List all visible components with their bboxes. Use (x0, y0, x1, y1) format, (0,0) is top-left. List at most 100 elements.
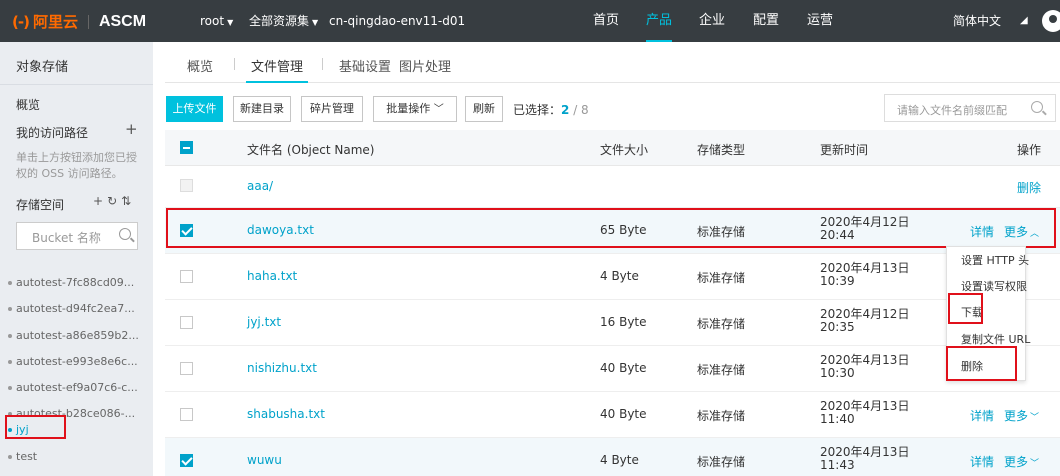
bucket-item[interactable]: autotest-7fc88cd09... (4, 270, 152, 295)
aliyun-logo[interactable]: (-) 阿里云 ASCM (12, 11, 146, 32)
header-actions: 操作 (1017, 143, 1042, 157)
chevron-down-icon: ﹀ (1030, 413, 1040, 423)
update-time: 2020年4月13日 11:43 (820, 446, 909, 472)
add-path-icon[interactable]: + (125, 120, 138, 138)
bucket-item[interactable]: autotest-d94fc2ea7... (4, 296, 152, 321)
nav-home[interactable]: 首页 (593, 0, 619, 42)
tab-file-management[interactable]: 文件管理 (251, 56, 303, 75)
menu-item-set-acl[interactable]: 设置读写权限 (961, 278, 1027, 294)
chevron-down-icon: ﹀ (433, 104, 444, 115)
update-clock: 10:30 (820, 366, 855, 380)
update-time: 2020年4月13日 10:30 (820, 354, 909, 380)
select-all-checkbox[interactable] (180, 141, 193, 154)
logo-divider (87, 14, 89, 29)
menu-item-copy-url[interactable]: 复制文件 URL (961, 331, 1030, 347)
bullet-icon (8, 281, 12, 285)
header-file-size: 文件大小 (600, 143, 649, 157)
table-row: wuwu 4 Byte 标准存储 2020年4月13日 11:43 详情 更多 ﹀ (165, 438, 1060, 476)
nav-products[interactable]: 产品 (646, 0, 673, 42)
search-icon[interactable] (1031, 101, 1043, 113)
selected-total: / 8 (573, 103, 589, 117)
tab-overview[interactable]: 概览 (187, 56, 213, 75)
more-label: 更多 (1004, 455, 1029, 469)
upload-file-button[interactable]: 上传文件 (166, 96, 223, 122)
file-name-link[interactable]: jyj.txt (247, 315, 281, 329)
file-size: 4 Byte (600, 269, 639, 283)
update-clock: 20:35 (820, 320, 855, 334)
app-name: ASCM (98, 12, 147, 30)
batch-operation-dropdown[interactable]: 批量操作 ﹀ (373, 96, 457, 122)
selected-count: 已选择：2 / 8 (513, 101, 589, 118)
row-checkbox[interactable] (180, 316, 193, 329)
file-search-input[interactable]: 请输入文件名前缀匹配 (884, 94, 1056, 122)
menu-item-set-http-header[interactable]: 设置 HTTP 头 (961, 252, 1029, 268)
storage-type: 标准存储 (697, 409, 746, 423)
update-date: 2020年4月13日 (820, 445, 910, 459)
file-name-link[interactable]: nishizhu.txt (247, 361, 317, 375)
sidebar-item-overview[interactable]: 概览 (16, 96, 40, 113)
file-name-link[interactable]: haha.txt (247, 269, 297, 283)
user-dropdown[interactable]: root ▼ (200, 0, 233, 42)
tab-image-processing[interactable]: 图片处理 (399, 56, 451, 75)
update-clock: 10:39 (820, 274, 855, 288)
file-name-link[interactable]: aaa/ (247, 179, 273, 193)
more-dropdown[interactable]: 更多 ﹀ (1004, 407, 1039, 424)
theme-icon[interactable]: ◢ (1020, 0, 1028, 42)
bucket-item[interactable]: test (4, 444, 152, 469)
nav-config[interactable]: 配置 (753, 0, 779, 42)
bucket-item[interactable]: autotest-e993e8e6c... (4, 349, 152, 374)
update-date: 2020年4月13日 (820, 399, 910, 413)
refresh-button[interactable]: 刷新 (465, 96, 503, 122)
update-date: 2020年4月12日 (820, 307, 910, 321)
sort-icon[interactable]: ⇅ (121, 194, 135, 208)
row-checkbox[interactable] (180, 454, 193, 467)
delete-link[interactable]: 删除 (1017, 179, 1041, 196)
top-navigation-bar: (-) 阿里云 ASCM root ▼ 全部资源集 ▼ cn-qingdao-env… (0, 0, 1060, 42)
storage-type: 标准存储 (697, 455, 746, 469)
highlight-box-selected-row (166, 208, 1056, 248)
bucket-search-input[interactable]: Bucket 名称 (16, 222, 138, 250)
resource-set-dropdown[interactable]: 全部资源集 ▼ (249, 0, 318, 42)
language-selector[interactable]: 简体中文 (953, 0, 1001, 42)
file-name-link[interactable]: shabusha.txt (247, 407, 325, 421)
bucket-item[interactable]: autotest-ef9a07c6-c... (4, 375, 152, 400)
details-link[interactable]: 详情 (970, 407, 994, 424)
tab-bar: 概览 文件管理 基础设置 图片处理 (153, 42, 1060, 84)
bucket-name: autotest-ef9a07c6-c... (16, 381, 138, 394)
file-search-placeholder: 请输入文件名前缀匹配 (897, 104, 1007, 117)
nav-operations[interactable]: 运营 (807, 0, 833, 42)
bucket-item[interactable]: autotest-a86e859b2... (4, 323, 152, 348)
region-selector[interactable]: cn-qingdao-env11-d01 (329, 0, 465, 42)
update-date: 2020年4月13日 (820, 261, 910, 275)
row-checkbox (180, 179, 193, 192)
row-checkbox[interactable] (180, 362, 193, 375)
bucket-tools: +↻⇅ (93, 194, 135, 208)
update-date: 2020年4月13日 (820, 353, 910, 367)
refresh-icon[interactable]: ↻ (107, 194, 121, 208)
file-size: 4 Byte (600, 453, 639, 467)
sidebar-item-my-paths[interactable]: 我的访问路径 (16, 124, 88, 141)
details-link[interactable]: 详情 (970, 453, 994, 470)
sidebar-divider (0, 84, 153, 85)
bullet-icon (8, 455, 12, 459)
user-avatar[interactable] (1042, 10, 1060, 32)
row-checkbox[interactable] (180, 408, 193, 421)
search-icon[interactable] (119, 228, 131, 240)
logo-text: 阿里云 (32, 13, 78, 31)
add-bucket-icon[interactable]: + (93, 194, 107, 208)
table-row: shabusha.txt 40 Byte 标准存储 2020年4月13日 11:4… (165, 392, 1060, 438)
file-size: 40 Byte (600, 361, 647, 375)
file-name-link[interactable]: wuwu (247, 453, 282, 467)
tab-basic-settings[interactable]: 基础设置 (339, 56, 391, 75)
table-row: aaa/ 删除 (165, 166, 1060, 208)
file-size: 16 Byte (600, 315, 647, 329)
new-directory-button[interactable]: 新建目录 (233, 96, 291, 122)
fragment-management-button[interactable]: 碎片管理 (301, 96, 363, 122)
nav-enterprise[interactable]: 企业 (699, 0, 725, 42)
table-row: nishizhu.txt 40 Byte 标准存储 2020年4月13日 10:3… (165, 346, 1060, 392)
row-checkbox[interactable] (180, 270, 193, 283)
header-update-time: 更新时间 (820, 143, 869, 157)
active-tab-indicator (246, 81, 308, 83)
bucket-search-placeholder: Bucket 名称 (32, 231, 101, 245)
more-dropdown[interactable]: 更多 ﹀ (1004, 453, 1039, 470)
